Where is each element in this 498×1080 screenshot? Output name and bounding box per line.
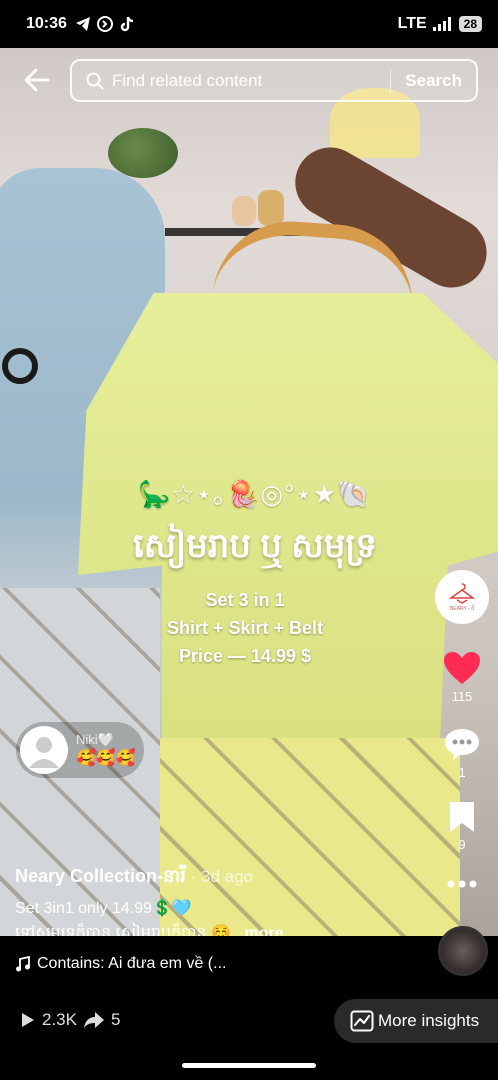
- music-disc[interactable]: [438, 926, 488, 976]
- overlay-line-2: Shirt + Skirt + Belt: [166, 618, 324, 638]
- save-button[interactable]: 9: [440, 800, 484, 852]
- back-button[interactable]: [22, 64, 52, 96]
- comment-icon: [445, 729, 479, 760]
- default-avatar-icon: [29, 737, 59, 768]
- tiktok-icon: [120, 16, 133, 32]
- like-button[interactable]: 115: [440, 650, 484, 704]
- status-bar: 10:36 LTE 28: [0, 0, 498, 48]
- bookmark-icon: [450, 802, 474, 832]
- toy-figure: [232, 196, 256, 226]
- music-note-icon: [16, 956, 30, 972]
- shazam-icon: [96, 16, 113, 32]
- play-icon: [22, 1013, 34, 1027]
- share-count: 5: [110, 1010, 121, 1029]
- back-arrow-icon: [24, 68, 50, 92]
- like-count: 115: [451, 689, 473, 704]
- post-author[interactable]: Neary Collection-នារី · 3d ago: [15, 864, 253, 891]
- necklace: [2, 348, 38, 384]
- plaid-skirt: [160, 738, 460, 936]
- more-insights-button[interactable]: More insights: [334, 999, 498, 1043]
- plant: [108, 128, 178, 178]
- search-button[interactable]: Search: [391, 71, 476, 91]
- signal-icon: [432, 17, 451, 31]
- network-type: LTE: [397, 15, 427, 32]
- play-count: 2.3K: [42, 1010, 77, 1029]
- insights-chart-icon: [350, 1010, 374, 1032]
- heart-icon: [444, 652, 480, 684]
- commenter-name: Niki🤍: [76, 732, 114, 747]
- more-insights-label: More insights: [378, 1011, 480, 1030]
- video-stats: 2.3K 5: [18, 1010, 120, 1030]
- comment-text: 🥰🥰🥰: [76, 750, 136, 767]
- username[interactable]: Neary Collection-នារី: [15, 866, 186, 886]
- commenter-avatar: [20, 726, 68, 774]
- brand-logo-text: NEARY - ធី: [449, 605, 475, 612]
- creator-avatar[interactable]: NEARY - ធី: [435, 570, 489, 624]
- overlay-line-1: Set 3 in 1: [205, 590, 285, 610]
- status-time: 10:36: [26, 15, 67, 32]
- search-input[interactable]: Find related content: [112, 71, 390, 91]
- battery-level: 28: [458, 16, 482, 32]
- telegram-icon: [75, 17, 90, 31]
- comment-button[interactable]: 1: [440, 726, 484, 780]
- search-bar[interactable]: Find related content Search: [70, 59, 478, 102]
- music-link[interactable]: Contains: Ai đưa em về (...: [15, 955, 226, 973]
- more-dots-icon: [447, 880, 477, 888]
- caption-line-1: Set 3in1 only 14.99💲🩵: [15, 900, 192, 917]
- overlay-title: សៀមរាប ឬ សមុទ្រ: [132, 527, 378, 565]
- overlay-emoji-line: 🦕☆⋆｡🪼◎°⋆★🐚: [138, 479, 371, 509]
- save-count: 9: [458, 837, 466, 852]
- hanger-logo-icon: [449, 582, 475, 604]
- post-time: · 3d ago: [185, 867, 253, 886]
- overlay-line-3: Price — 14.99 $: [178, 646, 312, 666]
- share-arrow-icon: [83, 1012, 104, 1028]
- toy-figure: [258, 190, 284, 226]
- floating-comment[interactable]: Niki🤍 🥰🥰🥰: [16, 722, 144, 778]
- comment-count: 1: [458, 765, 466, 780]
- home-indicator[interactable]: [182, 1063, 316, 1068]
- search-icon: [86, 72, 104, 89]
- more-options-button[interactable]: [440, 878, 484, 893]
- music-title: Contains: Ai đưa em về (...: [37, 955, 227, 972]
